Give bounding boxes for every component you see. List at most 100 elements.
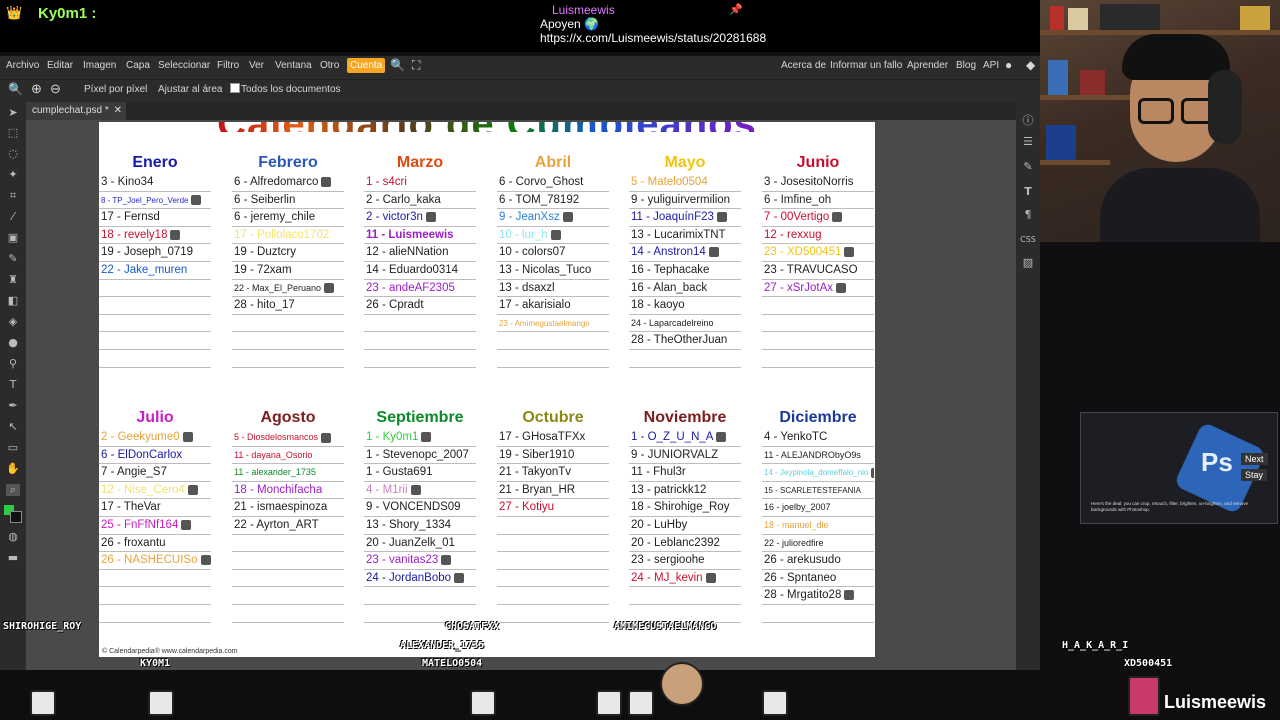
menu-blog[interactable]: Blog bbox=[956, 60, 976, 71]
image-panel-icon[interactable]: ▨ bbox=[1020, 256, 1036, 269]
birthday-text: 18 - Monchifacha bbox=[234, 483, 323, 496]
birthday-entry: 20 - Leblanc2392 bbox=[629, 535, 741, 553]
marquee-tool-icon[interactable]: ⬚ bbox=[6, 127, 20, 139]
birthday-text: 4 - YenkoTC bbox=[764, 431, 828, 443]
birthday-text: 20 - Leblanc2392 bbox=[631, 536, 720, 549]
path-select-icon[interactable]: ↖ bbox=[6, 421, 20, 433]
chat-message-line: Apoyen 🌍 bbox=[540, 17, 599, 31]
menu-ventana[interactable]: Ventana bbox=[275, 60, 312, 71]
birthday-text: 26 - Spntaneo bbox=[764, 571, 837, 584]
fill-tool-icon[interactable]: ◈ bbox=[6, 316, 20, 328]
menu-capa[interactable]: Capa bbox=[126, 60, 150, 71]
menu-aprender[interactable]: Aprender bbox=[907, 60, 948, 71]
birthday-text: 13 - Nicolas_Tuco bbox=[499, 263, 592, 276]
birthday-text: 11 - alexander_1735 bbox=[234, 467, 316, 478]
birthday-entry: 6 - Imfine_oh bbox=[762, 192, 874, 210]
info-icon[interactable]: ⓘ bbox=[1020, 112, 1036, 128]
avatar-icon bbox=[871, 468, 874, 479]
avatar-icon bbox=[324, 283, 335, 294]
birthday-text: 4 - M1rii bbox=[366, 483, 408, 496]
blur-tool-icon[interactable]: ● bbox=[6, 337, 20, 349]
pixel-by-pixel-button[interactable]: Píxel por píxel bbox=[84, 84, 147, 95]
reddit-icon[interactable]: ● bbox=[1005, 58, 1012, 72]
screen-mode-icon[interactable]: ▬ bbox=[6, 552, 20, 564]
birthday-entry: 26 - NASHECUISo bbox=[99, 552, 211, 570]
menu-archivo[interactable]: Archivo bbox=[6, 60, 39, 71]
birthday-entry: 10 - lur_h bbox=[497, 227, 609, 245]
next-button[interactable]: Next bbox=[1241, 453, 1268, 465]
birthday-entry: 11 - JoaquínF23 bbox=[629, 209, 741, 227]
all-docs-label: Todos los documentos bbox=[241, 84, 341, 95]
birthday-entry bbox=[232, 332, 344, 350]
magic-wand-icon[interactable]: ✦ bbox=[6, 169, 20, 181]
birthday-text: 24 - JordanBobo bbox=[366, 571, 452, 584]
move-tool-icon[interactable]: ➤ bbox=[6, 107, 20, 119]
zoom-tool-icon[interactable]: ⌕ bbox=[6, 484, 20, 496]
zoom-out-icon[interactable]: ⊖ bbox=[50, 81, 61, 97]
patch-tool-icon[interactable]: ▣ bbox=[6, 232, 20, 244]
menu-informar[interactable]: Informar un fallo bbox=[830, 60, 902, 71]
month-febrero: Febrero 6 - Alfredomarco 6 - Seiberlin 6 - … bbox=[232, 152, 344, 368]
menu-acerca[interactable]: Acerca de bbox=[781, 60, 826, 71]
book bbox=[1068, 8, 1088, 30]
search-icon[interactable]: 🔍 bbox=[390, 58, 405, 72]
stay-button[interactable]: Stay bbox=[1241, 469, 1268, 481]
paragraph-icon[interactable]: ¶ bbox=[1020, 208, 1036, 221]
history-icon[interactable]: ☰ bbox=[1020, 135, 1036, 148]
menu-editar[interactable]: Editar bbox=[47, 60, 73, 71]
fullscreen-icon[interactable]: ⛶ bbox=[412, 58, 420, 73]
birthday-text: 5 - Diosdelosmancos bbox=[234, 432, 319, 442]
dodge-tool-icon[interactable]: ⚲ bbox=[6, 358, 20, 370]
brush-panel-icon[interactable]: ✎ bbox=[1020, 160, 1036, 173]
chat-message-link[interactable]: https://x.com/Luismeewis/status/20281688 bbox=[540, 31, 766, 45]
month-name: Diciembre bbox=[779, 409, 857, 426]
menu-cuenta[interactable]: Cuenta bbox=[347, 58, 386, 73]
birthday-entry: 26 - froxantu bbox=[99, 535, 211, 553]
lasso-tool-icon[interactable]: ◌ bbox=[6, 148, 20, 160]
css-icon[interactable]: CSS bbox=[1020, 235, 1036, 244]
birthday-text: 13 - patrickk12 bbox=[631, 483, 707, 496]
shape-tool-icon[interactable]: ▭ bbox=[6, 442, 20, 454]
close-icon[interactable]: ✕ bbox=[114, 102, 122, 120]
birthday-text: 11 - Luismeewis bbox=[366, 228, 454, 241]
zoom-icon[interactable]: 🔍 bbox=[8, 82, 23, 96]
character-icon[interactable]: T bbox=[1020, 185, 1036, 198]
brush-tool-icon[interactable]: ✎ bbox=[6, 253, 20, 265]
viewer-name: AMIMEGUSTAELMANGO bbox=[614, 621, 717, 632]
birthday-text: 8 - TP_Joel_Pero_Verde bbox=[101, 195, 189, 205]
menu-api[interactable]: API bbox=[983, 60, 999, 71]
twitter-icon[interactable]: ◆ bbox=[1026, 58, 1035, 72]
birthday-entry: 13 - dsaxzl bbox=[497, 280, 609, 298]
eraser-tool-icon[interactable]: ◧ bbox=[6, 295, 20, 307]
birthday-entry: 7 - 00Vertigo bbox=[762, 209, 874, 227]
birthday-entry: 16 - joelby_2007 bbox=[762, 499, 874, 517]
birthday-entry: 9 - VONCENDS09 bbox=[364, 499, 476, 517]
fit-area-button[interactable]: Ajustar al área bbox=[158, 84, 222, 95]
menu-otro[interactable]: Otro bbox=[320, 60, 339, 71]
background-color-swatch[interactable] bbox=[10, 511, 22, 523]
menu-imagen[interactable]: Imagen bbox=[83, 60, 116, 71]
menu-filtro[interactable]: Filtro bbox=[217, 60, 239, 71]
zoom-in-icon[interactable]: ⊕ bbox=[31, 81, 42, 97]
menu-seleccionar[interactable]: Seleccionar bbox=[158, 60, 210, 71]
stamp-tool-icon[interactable]: ♜ bbox=[6, 274, 20, 286]
document-tab[interactable]: cumplechat.psd * ✕ bbox=[26, 102, 126, 120]
birthday-entry: 21 - Bryan_HR bbox=[497, 482, 609, 500]
birthday-entry: 16 - Tephacake bbox=[629, 262, 741, 280]
avatar-icon bbox=[441, 555, 452, 566]
eyedropper-icon[interactable]: ⁄ bbox=[6, 211, 20, 223]
hand-tool-icon[interactable]: ✋ bbox=[6, 463, 20, 475]
menu-ver[interactable]: Ver bbox=[249, 60, 264, 71]
birthday-text: 23 - XD500451 bbox=[764, 246, 842, 259]
avatar-icon bbox=[321, 176, 332, 187]
birthday-entry bbox=[232, 605, 344, 623]
all-docs-checkbox[interactable] bbox=[230, 83, 240, 93]
crop-tool-icon[interactable]: ⌗ bbox=[6, 190, 20, 202]
birthday-entry bbox=[629, 350, 741, 368]
quick-mask-icon[interactable]: ◍ bbox=[6, 531, 20, 543]
birthday-entry bbox=[762, 297, 874, 315]
birthday-entry bbox=[497, 552, 609, 570]
type-tool-icon[interactable]: T bbox=[6, 379, 20, 391]
pen-tool-icon[interactable]: ✒ bbox=[6, 400, 20, 412]
birthday-entry: 9 - JUNIORVALZ bbox=[629, 447, 741, 465]
